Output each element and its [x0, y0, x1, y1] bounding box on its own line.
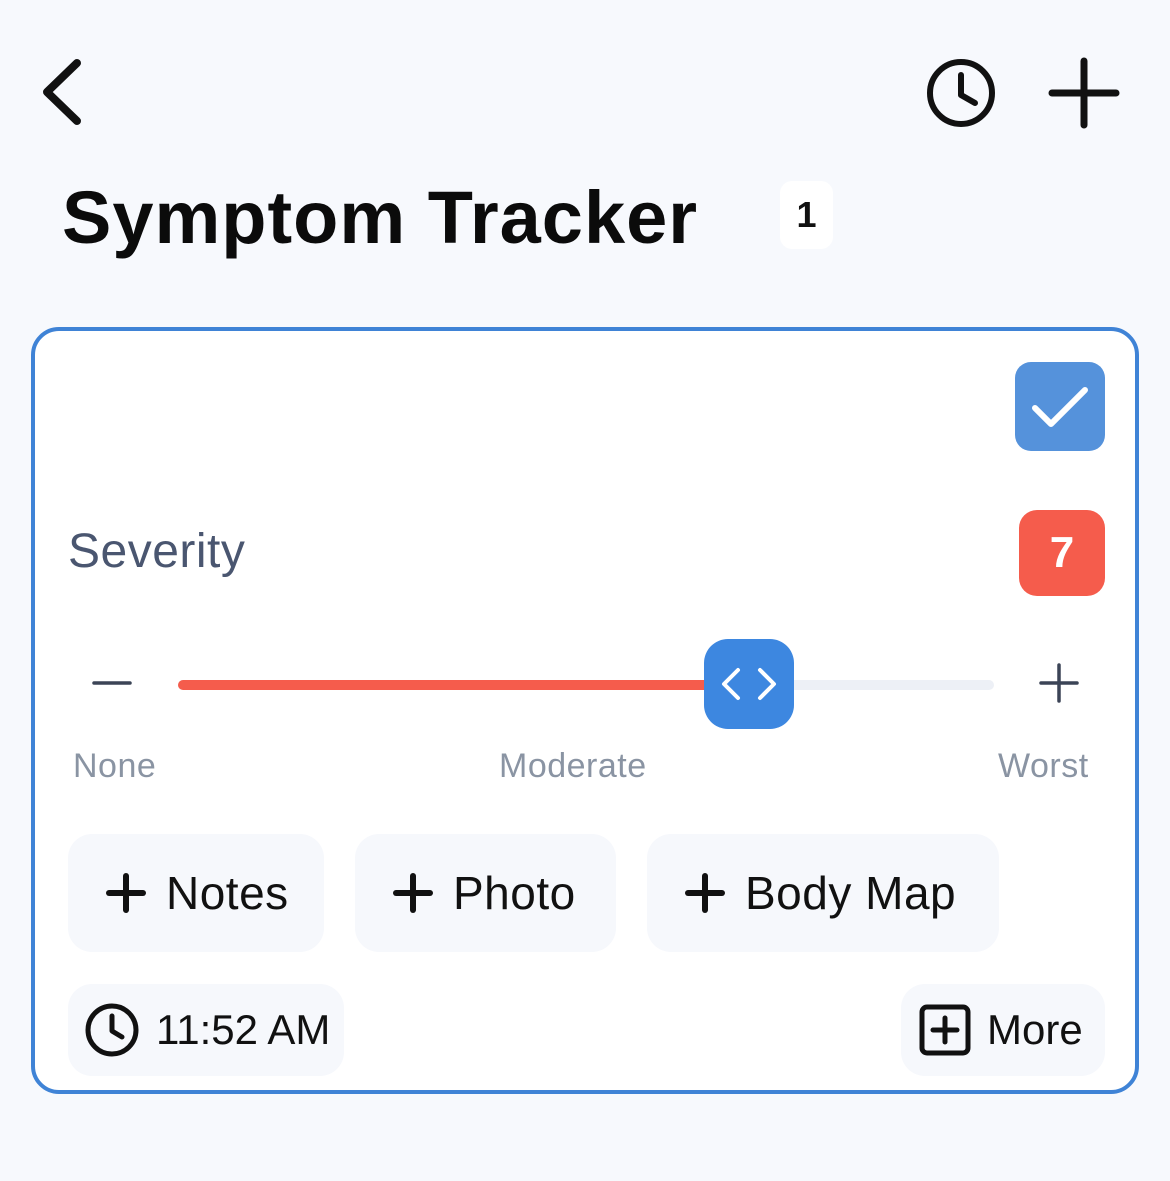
decrease-severity-button[interactable]: [82, 653, 142, 713]
symptom-entry-card: Severity 7 None Moderate Worst Notes Pho…: [31, 327, 1139, 1094]
more-button[interactable]: More: [901, 984, 1105, 1076]
plus-icon: [1048, 57, 1120, 129]
minus-icon: [92, 681, 132, 685]
add-photo-button[interactable]: Photo: [355, 834, 616, 952]
severity-slider-track[interactable]: [178, 680, 994, 690]
add-body-map-button[interactable]: Body Map: [647, 834, 999, 952]
severity-slider-thumb[interactable]: [704, 639, 795, 729]
history-button[interactable]: [918, 50, 1004, 136]
chevron-left-icon: [43, 59, 81, 125]
page-title: Symptom Tracker: [62, 176, 699, 259]
add-notes-button[interactable]: Notes: [68, 834, 324, 952]
severity-value-badge: 7: [1019, 510, 1105, 596]
increase-severity-button[interactable]: [1029, 653, 1089, 713]
plus-icon: [685, 873, 725, 913]
back-button[interactable]: [22, 50, 102, 134]
entry-count-badge: 1: [780, 181, 833, 249]
severity-slider-fill: [178, 680, 750, 690]
confirm-button[interactable]: [1015, 362, 1105, 451]
plus-icon: [393, 873, 433, 913]
check-icon: [1032, 386, 1088, 427]
scale-label-moderate: Moderate: [499, 747, 647, 785]
scale-label-none: None: [73, 747, 157, 785]
add-notes-label: Notes: [166, 867, 289, 919]
add-entry-button[interactable]: [1040, 50, 1128, 136]
plus-square-icon: [919, 1004, 971, 1056]
severity-label: Severity: [68, 525, 246, 578]
plus-icon: [1039, 663, 1079, 703]
entry-time-button[interactable]: 11:52 AM: [68, 984, 344, 1076]
plus-icon: [106, 873, 146, 913]
add-photo-label: Photo: [453, 867, 576, 919]
clock-icon: [927, 59, 995, 127]
symptom-tracker-screen: Symptom Tracker 1 Severity 7 None Modera…: [0, 0, 1170, 1181]
add-body-map-label: Body Map: [745, 867, 957, 919]
more-label: More: [987, 1006, 1083, 1053]
scale-label-worst: Worst: [998, 747, 1089, 785]
drag-arrows-icon: [722, 668, 777, 700]
clock-icon: [84, 1002, 140, 1058]
entry-time-text: 11:52 AM: [156, 1006, 331, 1053]
